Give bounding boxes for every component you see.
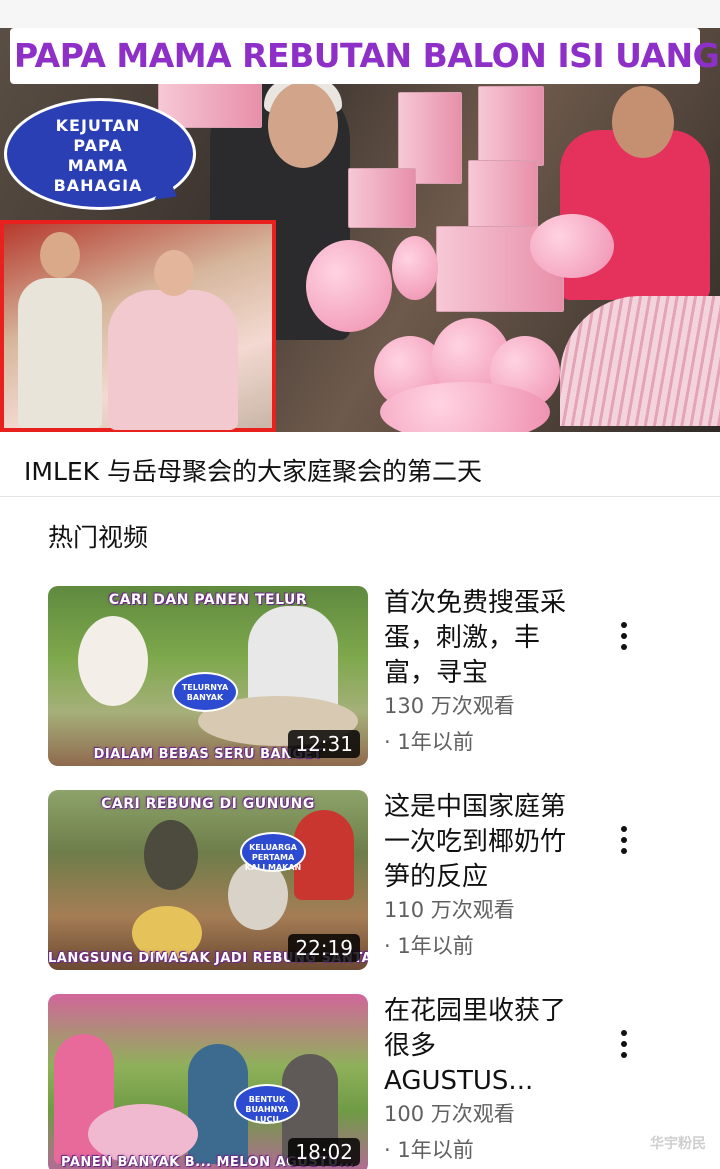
more-vert-icon[interactable] — [610, 1026, 638, 1062]
item-title[interactable]: 这是中国家庭第一次吃到椰奶竹笋的反应 — [384, 790, 574, 895]
balloon — [392, 236, 438, 300]
bubble-line: BAHAGIA — [53, 176, 143, 195]
duration-badge: 18:02 — [288, 1138, 360, 1166]
list-item[interactable]: BENTUK BUAHNYA LUCU PANEN BANYAK B... ME… — [0, 994, 720, 1169]
video-thumbnail[interactable]: BENTUK BUAHNYA LUCU PANEN BANYAK B... ME… — [48, 994, 368, 1169]
hero-figure-father-head — [268, 82, 338, 168]
hero-speech-bubble-text: KEJUTAN PAPA MAMA BAHAGIA — [18, 116, 178, 196]
more-vert-icon[interactable] — [610, 618, 638, 654]
hero-inset-photo — [0, 220, 276, 432]
duration-badge: 22:19 — [288, 934, 360, 962]
video-thumbnail[interactable]: TELURNYA BANYAK CARI DAN PANEN TELUR DIA… — [48, 586, 368, 766]
item-views: 100 万次观看 — [384, 1102, 515, 1126]
banknote — [478, 86, 544, 166]
thumb-figure — [78, 616, 148, 706]
hero-top-strip — [0, 0, 720, 28]
thumb-figure — [144, 820, 198, 890]
thumb-badge: KELUARGA PERTAMA KALI MAKAN — [240, 832, 306, 872]
item-age: · 1年以前 — [384, 1138, 474, 1162]
inset-figure-man-head — [40, 232, 80, 278]
item-views: 130 万次观看 — [384, 694, 515, 718]
hero-title: PAPA MAMA REBUTAN BALON ISI UANG — [14, 36, 720, 75]
bubble-line: PAPA — [73, 136, 123, 155]
more-vert-icon[interactable] — [610, 822, 638, 858]
item-age: · 1年以前 — [384, 730, 474, 754]
section-title: 热门视频 — [48, 523, 149, 552]
list-item[interactable]: KELUARGA PERTAMA KALI MAKAN CARI REBUNG … — [0, 790, 720, 980]
item-title[interactable]: 首次免费搜蛋采蛋，刺激，丰富，寻宝 — [384, 586, 574, 691]
item-age: · 1年以前 — [384, 934, 474, 958]
banknote-fan — [560, 296, 720, 426]
item-views: 110 万次观看 — [384, 898, 515, 922]
watermark: 华宇粉民 — [650, 1136, 706, 1152]
thumb-badge: TELURNYA BANYAK — [172, 672, 238, 712]
bubble-line: KEJUTAN — [55, 116, 141, 135]
divider — [0, 496, 720, 497]
inset-figure-man — [18, 278, 102, 428]
item-title[interactable]: 在花园里收获了很多AGUSTUS... — [384, 994, 574, 1099]
hero-figure-mother-head — [612, 86, 674, 158]
list-item[interactable]: TELURNYA BANYAK CARI DAN PANEN TELUR DIA… — [0, 586, 720, 776]
balloon — [306, 240, 392, 332]
hero-thumbnail[interactable]: KEJUTAN PAPA MAMA BAHAGIA PAPA MAMA REBU… — [0, 0, 720, 432]
banknote — [348, 168, 416, 228]
bubble-line: MAMA — [67, 156, 129, 175]
thumb-caption-top: CARI DAN PANEN TELUR — [108, 592, 308, 608]
thumb-caption-top: CARI REBUNG DI GUNUNG — [101, 796, 315, 812]
inset-figure-woman-head — [154, 250, 194, 296]
video-thumbnail[interactable]: KELUARGA PERTAMA KALI MAKAN CARI REBUNG … — [48, 790, 368, 970]
balloon — [530, 214, 614, 278]
video-title[interactable]: IMLEK 与岳母聚会的大家庭聚会的第二天 — [24, 455, 482, 489]
inset-figure-woman — [108, 290, 238, 430]
duration-badge: 12:31 — [288, 730, 360, 758]
thumb-badge: BENTUK BUAHNYA LUCU — [234, 1084, 300, 1124]
